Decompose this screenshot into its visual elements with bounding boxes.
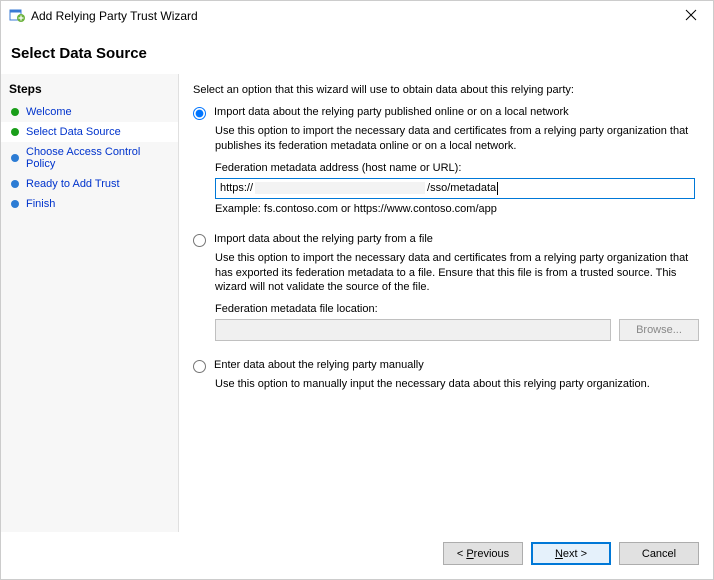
sidebar-item-label: Finish	[26, 198, 55, 210]
bullet-icon	[11, 154, 19, 162]
page-title: Select Data Source	[1, 31, 713, 74]
previous-button[interactable]: < Previous	[443, 542, 523, 565]
sidebar-item-label: Choose Access Control Policy	[26, 146, 170, 170]
metadata-url-label: Federation metadata address (host name o…	[215, 162, 699, 174]
intro-text: Select an option that this wizard will u…	[193, 84, 699, 96]
metadata-url-example: Example: fs.contoso.com or https://www.c…	[215, 203, 699, 215]
option-desc: Use this option to manually input the ne…	[215, 377, 699, 392]
option-enter-manually[interactable]: Enter data about the relying party manua…	[193, 359, 699, 373]
metadata-url-input[interactable]: https:// /sso/metadata	[215, 178, 695, 199]
radio-import-online[interactable]	[193, 107, 206, 120]
option-label: Import data about the relying party from…	[214, 233, 433, 245]
radio-enter-manually[interactable]	[193, 360, 206, 373]
wizard-app-icon	[9, 7, 25, 26]
sidebar-item-label: Welcome	[26, 106, 72, 118]
sidebar-item-label: Ready to Add Trust	[26, 178, 120, 190]
sidebar-item-select-data-source[interactable]: Select Data Source	[1, 122, 178, 142]
browse-button: Browse...	[619, 319, 699, 341]
option-desc: Use this option to import the necessary …	[215, 124, 699, 154]
option-label: Import data about the relying party publ…	[214, 106, 569, 118]
radio-import-file[interactable]	[193, 234, 206, 247]
bullet-icon	[11, 128, 19, 136]
cancel-button[interactable]: Cancel	[619, 542, 699, 565]
sidebar-item-choose-access-control-policy[interactable]: Choose Access Control Policy	[1, 142, 178, 174]
content-pane: Select an option that this wizard will u…	[179, 74, 713, 532]
option-import-file[interactable]: Import data about the relying party from…	[193, 233, 699, 247]
sidebar-item-ready-to-add-trust[interactable]: Ready to Add Trust	[1, 174, 178, 194]
url-suffix: /sso/metadata	[427, 182, 496, 194]
url-prefix: https://	[220, 182, 253, 194]
window-title: Add Relying Party Trust Wizard	[31, 9, 198, 23]
sidebar-item-welcome[interactable]: Welcome	[1, 102, 178, 122]
steps-heading: Steps	[1, 78, 178, 102]
option-label: Enter data about the relying party manua…	[214, 359, 424, 371]
sidebar-item-label: Select Data Source	[26, 126, 121, 138]
metadata-file-input	[215, 319, 611, 341]
next-button[interactable]: Next >	[531, 542, 611, 565]
option-import-online[interactable]: Import data about the relying party publ…	[193, 106, 699, 120]
option-desc: Use this option to import the necessary …	[215, 251, 699, 296]
sidebar-item-finish[interactable]: Finish	[1, 194, 178, 214]
bullet-icon	[11, 200, 19, 208]
close-icon[interactable]	[677, 8, 705, 24]
metadata-file-label: Federation metadata file location:	[215, 303, 699, 315]
text-caret	[497, 182, 498, 195]
titlebar: Add Relying Party Trust Wizard	[1, 1, 713, 31]
wizard-button-bar: < Previous Next > Cancel	[1, 532, 713, 579]
bullet-icon	[11, 108, 19, 116]
bullet-icon	[11, 180, 19, 188]
url-redacted	[255, 182, 425, 194]
steps-sidebar: Steps Welcome Select Data Source Choose …	[1, 74, 179, 532]
